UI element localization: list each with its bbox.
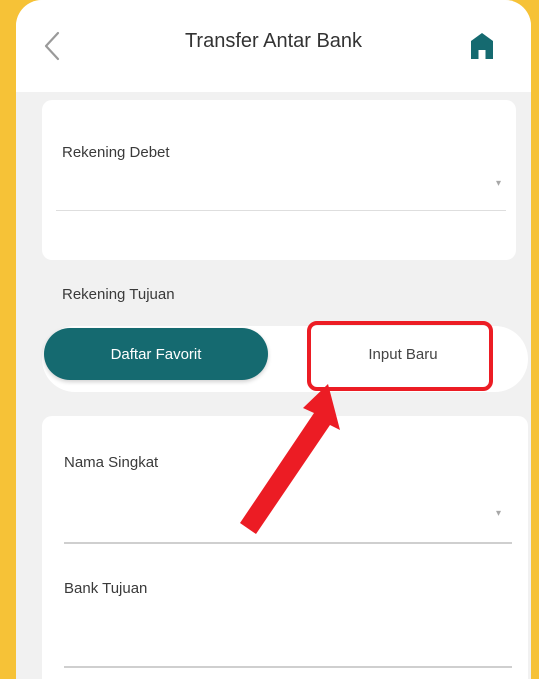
recipient-form-card: Nama Singkat ▾ Bank Tujuan [42,416,528,679]
short-name-underline [64,542,512,544]
bank-underline [64,666,512,668]
app-header: Transfer Antar Bank [16,0,531,92]
page-title: Transfer Antar Bank [184,30,363,52]
debit-account-card: Rekening Debet ▾ [42,100,516,260]
debit-account-select[interactable]: ▾ [56,164,506,212]
short-name-select[interactable]: ▾ [56,478,512,542]
chevron-down-icon: ▾ [496,178,502,189]
debit-field-underline [56,210,506,211]
home-button[interactable] [467,30,497,62]
bank-label: Bank Tujuan [64,580,148,597]
bank-select[interactable] [56,604,512,666]
short-name-label: Nama Singkat [64,454,159,471]
debit-account-label: Rekening Debet [62,144,170,161]
destination-account-label: Rekening Tujuan [62,286,175,303]
home-icon [471,33,493,59]
highlight-box [307,321,493,391]
tab-favorites[interactable]: Daftar Favorit [44,328,268,380]
chevron-down-icon: ▾ [496,508,502,519]
